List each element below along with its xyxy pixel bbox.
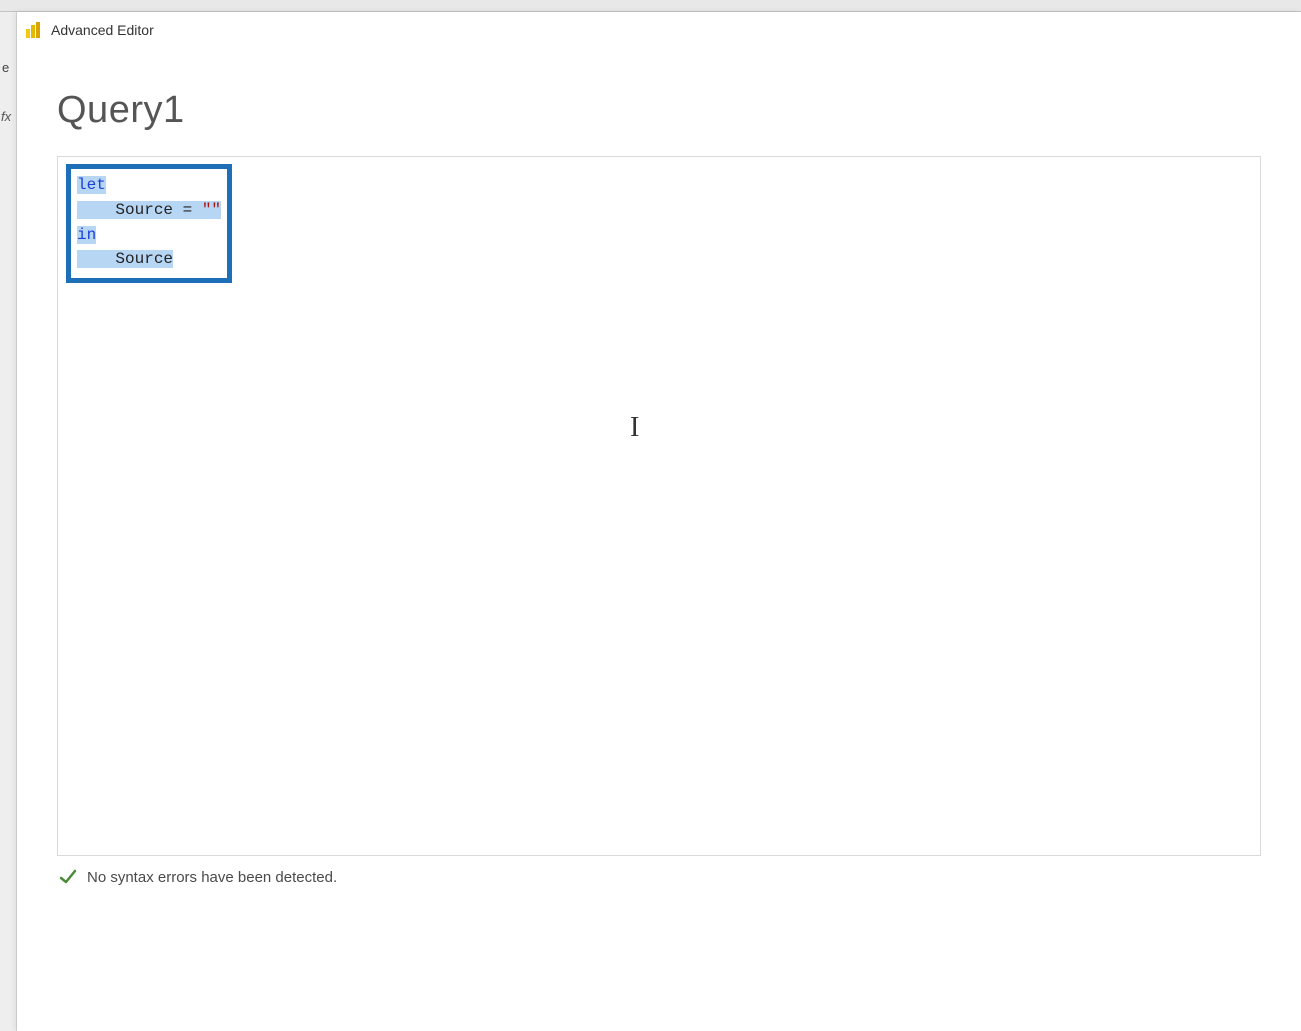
dialog-title: Advanced Editor <box>51 22 154 38</box>
text-cursor-icon: I <box>630 412 639 444</box>
background-ribbon <box>0 0 1301 12</box>
dialog-content: Query1 let Source = "" in Source I No sy… <box>17 89 1301 886</box>
syntax-status-text: No syntax errors have been detected. <box>87 869 337 886</box>
code-keyword-let: let <box>77 176 106 194</box>
selection-highlight-box: let Source = "" in Source <box>66 164 232 283</box>
bg-fragment-1: e <box>2 60 9 75</box>
query-name-heading: Query1 <box>57 89 1261 132</box>
advanced-editor-dialog: Advanced Editor Query1 let Source = "" i… <box>17 12 1301 1031</box>
background-left-panel: e fx <box>0 12 17 1031</box>
code-string-empty: "" <box>202 201 221 219</box>
code-line-source-assign: Source = <box>77 201 202 219</box>
code-content[interactable]: let Source = "" in Source <box>77 173 221 272</box>
code-line-source-return: Source <box>77 250 173 268</box>
dialog-titlebar: Advanced Editor <box>17 12 1301 49</box>
code-editor[interactable]: let Source = "" in Source I <box>57 156 1261 856</box>
checkmark-icon <box>59 868 77 886</box>
bg-fragment-2: fx <box>1 109 11 124</box>
code-keyword-in: in <box>77 226 96 244</box>
syntax-status: No syntax errors have been detected. <box>57 856 1261 886</box>
powerbi-icon <box>25 21 43 39</box>
